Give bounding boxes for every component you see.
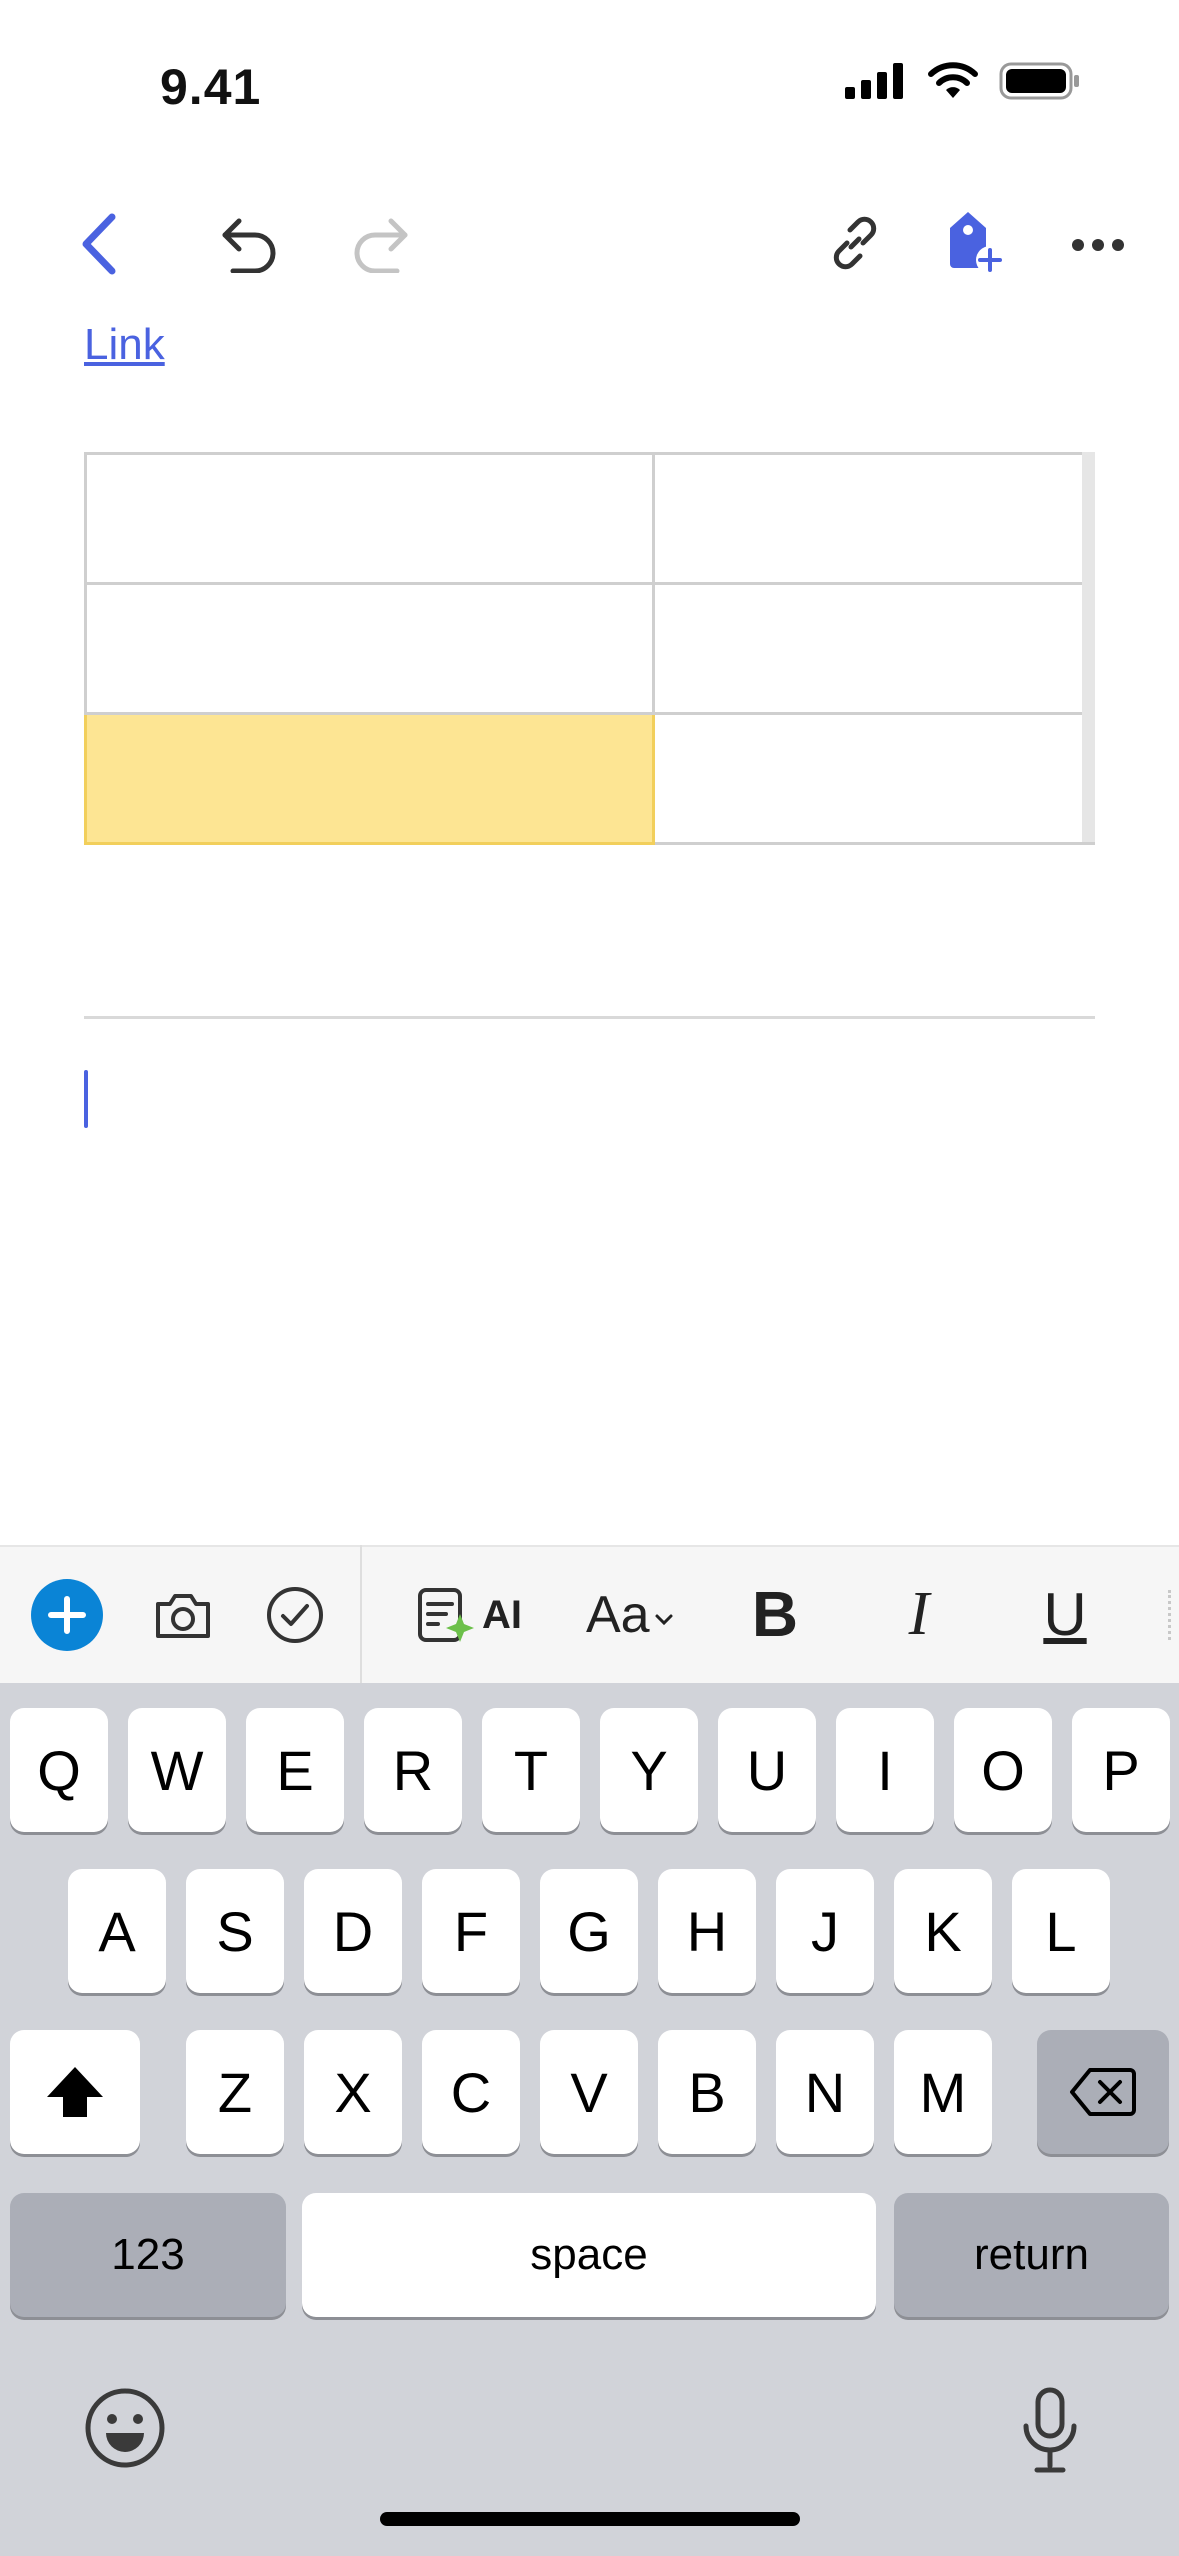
- undo-icon: [222, 218, 276, 273]
- home-indicator[interactable]: [380, 2512, 800, 2526]
- table-cell[interactable]: [84, 582, 655, 715]
- dictation-button[interactable]: [1010, 2383, 1090, 2479]
- checklist-button[interactable]: [260, 1580, 330, 1650]
- more-button[interactable]: [1068, 220, 1128, 270]
- table-cell[interactable]: [652, 712, 1095, 845]
- undo-button[interactable]: [214, 210, 284, 278]
- key-c[interactable]: C: [422, 2030, 520, 2154]
- key-s[interactable]: S: [186, 1869, 284, 1993]
- key-g[interactable]: G: [540, 1869, 638, 1993]
- emoji-button[interactable]: [80, 2383, 170, 2473]
- numbers-key[interactable]: 123: [10, 2193, 286, 2317]
- table-cell-highlighted[interactable]: [84, 712, 655, 845]
- microphone-icon: [1023, 2387, 1077, 2473]
- table-cell[interactable]: [84, 452, 655, 585]
- link-button[interactable]: [820, 208, 890, 278]
- chevron-left-icon: [82, 213, 116, 275]
- redo-button[interactable]: [346, 210, 416, 278]
- more-icon: [1072, 239, 1124, 251]
- key-f[interactable]: F: [422, 1869, 520, 1993]
- table-scroll-edge[interactable]: [1082, 452, 1095, 842]
- key-m[interactable]: M: [894, 2030, 992, 2154]
- camera-icon: [156, 1594, 210, 1638]
- table-cell[interactable]: [652, 452, 1095, 585]
- key-n[interactable]: N: [776, 2030, 874, 2154]
- plus-circle-icon: [31, 1579, 103, 1651]
- text-cursor: [84, 1070, 88, 1128]
- ai-label: AI: [482, 1592, 522, 1637]
- camera-button[interactable]: [150, 1584, 216, 1646]
- key-x[interactable]: X: [304, 2030, 402, 2154]
- status-time: 9.41: [160, 59, 262, 115]
- bold-button[interactable]: B: [740, 1578, 810, 1650]
- text-style-label: Aa: [586, 1586, 650, 1644]
- signal-icon: [845, 63, 903, 99]
- key-r[interactable]: R: [364, 1708, 462, 1832]
- document-table: [84, 452, 1095, 845]
- back-button[interactable]: [66, 210, 130, 278]
- key-t[interactable]: T: [482, 1708, 580, 1832]
- key-a[interactable]: A: [68, 1869, 166, 1993]
- key-i[interactable]: I: [836, 1708, 934, 1832]
- wifi-icon: [928, 62, 978, 98]
- key-k[interactable]: K: [894, 1869, 992, 1993]
- key-h[interactable]: H: [658, 1869, 756, 1993]
- tag-button[interactable]: [940, 205, 1014, 281]
- key-j[interactable]: J: [776, 1869, 874, 1993]
- key-z[interactable]: Z: [186, 2030, 284, 2154]
- shift-icon: [47, 2067, 103, 2117]
- table-row: [84, 452, 1095, 585]
- key-l[interactable]: L: [1012, 1869, 1110, 1993]
- link-icon: [833, 216, 877, 270]
- key-v[interactable]: V: [540, 2030, 638, 2154]
- keyboard: Q W E R T Y U I O P A S D F G H J K L Z …: [0, 1683, 1179, 2556]
- table-cell[interactable]: [652, 582, 1095, 715]
- key-u[interactable]: U: [718, 1708, 816, 1832]
- redo-icon: [354, 218, 408, 273]
- space-key[interactable]: space: [302, 2193, 876, 2317]
- battery-icon: [999, 62, 1079, 100]
- key-q[interactable]: Q: [10, 1708, 108, 1832]
- toolbar-overflow-indicator: [1168, 1590, 1177, 1640]
- ai-document-icon: [418, 1588, 474, 1642]
- key-d[interactable]: D: [304, 1869, 402, 1993]
- horizontal-divider: [84, 1016, 1095, 1019]
- ai-button[interactable]: AI: [414, 1580, 534, 1650]
- table-row: [84, 712, 1095, 845]
- key-e[interactable]: E: [246, 1708, 344, 1832]
- key-b[interactable]: B: [658, 2030, 756, 2154]
- key-p[interactable]: P: [1072, 1708, 1170, 1832]
- document-link[interactable]: Link: [84, 320, 165, 370]
- key-w[interactable]: W: [128, 1708, 226, 1832]
- key-y[interactable]: Y: [600, 1708, 698, 1832]
- text-style-button[interactable]: Aa: [586, 1582, 686, 1648]
- underline-button[interactable]: U: [1030, 1578, 1100, 1650]
- backspace-icon: [1070, 2068, 1136, 2116]
- check-circle-icon: [267, 1587, 323, 1643]
- table-row: [84, 582, 1095, 715]
- italic-button[interactable]: I: [884, 1578, 954, 1650]
- emoji-icon: [85, 2388, 165, 2468]
- status-icons: [845, 62, 1081, 100]
- delete-key[interactable]: [1037, 2030, 1169, 2154]
- key-o[interactable]: O: [954, 1708, 1052, 1832]
- format-toolbar-separator: [360, 1545, 362, 1683]
- return-key[interactable]: return: [894, 2193, 1169, 2317]
- tag-add-icon: [950, 212, 1004, 274]
- chevron-down-icon: [655, 1614, 673, 1626]
- insert-button[interactable]: [30, 1578, 104, 1652]
- shift-key[interactable]: [10, 2030, 140, 2154]
